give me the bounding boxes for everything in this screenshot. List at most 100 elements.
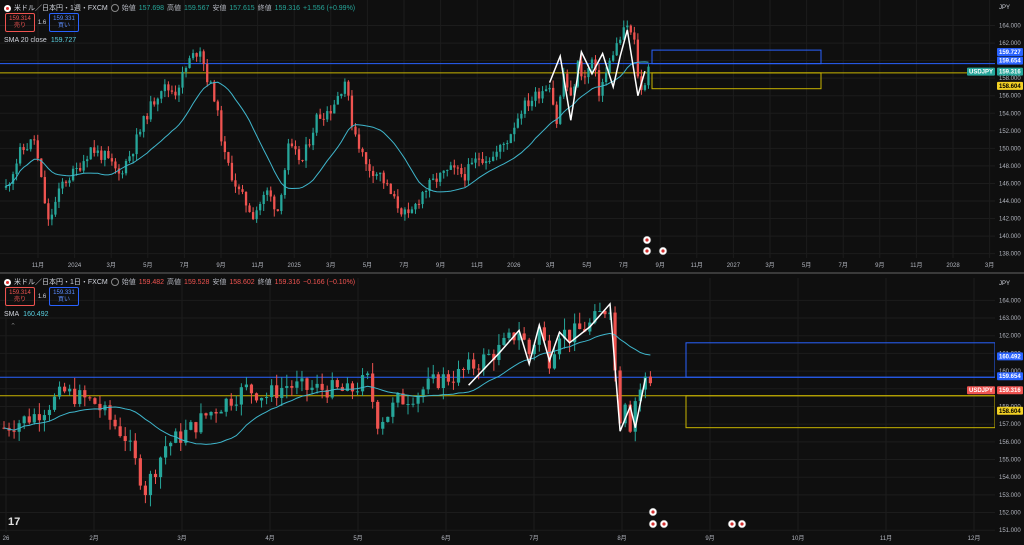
eye-icon[interactable]: [110, 278, 119, 286]
candle-body: [396, 196, 399, 209]
candle-body: [552, 87, 555, 105]
sell-price: 159.314: [9, 289, 31, 296]
candle-body: [361, 148, 364, 153]
candle-body: [386, 183, 389, 185]
candle-body: [33, 139, 36, 141]
buy-button[interactable]: 159.331 買い: [49, 287, 79, 306]
price-tag-label: 159.316: [999, 388, 1021, 394]
time-axis-label: 5月: [353, 535, 362, 542]
sell-price: 159.314: [9, 15, 31, 22]
sell-button[interactable]: 159.314 売り: [5, 13, 35, 32]
candle-body: [619, 39, 622, 44]
price-axis-label: 164.000: [999, 24, 1021, 30]
candle-body: [47, 409, 52, 416]
daily-title[interactable]: 米ドル／日本円・1日・FXCM: [14, 277, 108, 287]
candle-body: [441, 374, 445, 389]
buy-label: 買い: [57, 296, 70, 303]
candle-body: [283, 170, 287, 196]
candle-body: [424, 190, 428, 193]
candle-body: [636, 39, 640, 77]
time-axis-label: 11月: [880, 535, 892, 542]
time-axis-label: 11月: [471, 262, 483, 269]
candle-body: [375, 174, 378, 177]
time-axis-label: 7月: [180, 262, 189, 269]
candle-body: [366, 373, 370, 376]
time-axis-label: 5月: [802, 262, 811, 269]
open-label: 始値: [121, 5, 136, 12]
candle-body: [487, 353, 491, 355]
high-value: 159.567: [184, 4, 210, 12]
currency-label: JPY: [998, 281, 1010, 287]
event-flag-dot: [645, 249, 649, 253]
candle-body: [50, 214, 54, 220]
time-axis-label: 2027: [727, 263, 741, 269]
candle-body: [629, 25, 632, 33]
price-axis-label: 162.000: [999, 41, 1021, 47]
blue-zone-box: [651, 49, 822, 65]
candle-body: [262, 194, 265, 204]
price-axis-label: 138.000: [999, 252, 1021, 258]
candle-body: [156, 98, 159, 105]
candle-body: [83, 390, 87, 398]
sell-button[interactable]: 159.314 売り: [5, 287, 35, 306]
candle-body: [265, 397, 269, 399]
candle-body: [266, 190, 269, 195]
time-axis-label: 8月: [617, 535, 626, 542]
candle-body: [414, 203, 417, 210]
low-value: 158.602: [229, 278, 255, 286]
candle-body: [199, 413, 203, 433]
daily-sma-legend[interactable]: SMA 160.492: [4, 311, 48, 318]
price-axis-label: 150.000: [999, 146, 1021, 152]
candle-body: [406, 404, 410, 406]
weekly-title[interactable]: 米ドル／日本円・1週・FXCM: [14, 3, 108, 13]
candle-body: [57, 386, 62, 397]
candle-body: [417, 203, 421, 205]
candle-body: [643, 85, 647, 90]
weekly-sma-legend[interactable]: SMA 20 close 159.727: [4, 37, 76, 44]
time-axis-label: 3月: [177, 535, 186, 542]
candle-body: [204, 413, 208, 416]
time-axis-label: 3月: [326, 262, 335, 269]
weekly-chart-pane[interactable]: 11月 2024 3月 5月 7月 9月 11月 2025 3月 5月 7月 9月 11月 2026 3月 5…: [0, 0, 1024, 272]
candle-body: [319, 114, 322, 119]
candle-body: [322, 118, 325, 120]
weekly-chart-canvas[interactable]: 11月 2024 3月 5月 7月 9月 11月 2025 3月 5月 7月 9月 11月 2026 3月 5…: [0, 0, 1024, 272]
candle-body: [27, 416, 31, 423]
price-axis-label: 151.000: [999, 528, 1021, 534]
daily-chart-canvas[interactable]: 26 2月 3月 4月 5月 6月 7月 8月 9月 10月 11月 12月 164.000 163.00…: [0, 274, 1024, 545]
price-axis-label: 146.000: [999, 181, 1021, 187]
candle-body: [421, 389, 425, 396]
candle-body: [431, 178, 435, 180]
time-axis-label: 9月: [875, 262, 884, 269]
candle-body: [88, 397, 92, 399]
candle-body: [280, 195, 283, 211]
time-axis-label: 3月: [546, 262, 555, 269]
candle-body: [160, 91, 163, 99]
candle-body: [506, 143, 509, 145]
daily-chart-pane[interactable]: 26 2月 3月 4月 5月 6月 7月 8月 9月 10月 11月 12月 164.000 163.00…: [0, 274, 1024, 545]
candle-body: [350, 383, 355, 392]
candle-body: [128, 440, 132, 442]
candle-body: [343, 81, 347, 94]
candle-body: [597, 70, 601, 96]
collapse-chevron-icon[interactable]: ⌃: [8, 322, 18, 330]
candle-body: [206, 63, 209, 83]
time-axis-label: 26: [3, 536, 10, 542]
candle-body: [43, 177, 46, 204]
candle-body: [32, 414, 36, 423]
buy-button[interactable]: 159.331 買い: [49, 13, 79, 32]
price-axis-label: 140.000: [999, 234, 1021, 240]
price-axis-label: 156.000: [999, 440, 1021, 446]
candle-body: [578, 323, 582, 330]
candle-body: [297, 149, 301, 160]
time-axis-label: 9月: [705, 535, 714, 542]
time-axis-label: 3月: [985, 262, 994, 269]
candle-body: [22, 416, 26, 424]
candle-body: [135, 134, 138, 155]
close-value: 159.316: [274, 4, 300, 12]
candle-body: [350, 95, 354, 127]
eye-icon[interactable]: [110, 4, 119, 12]
time-axis-label: 12月: [968, 535, 981, 542]
candle-body: [568, 329, 572, 343]
symbol-tag-label: USDJPY: [969, 70, 993, 76]
